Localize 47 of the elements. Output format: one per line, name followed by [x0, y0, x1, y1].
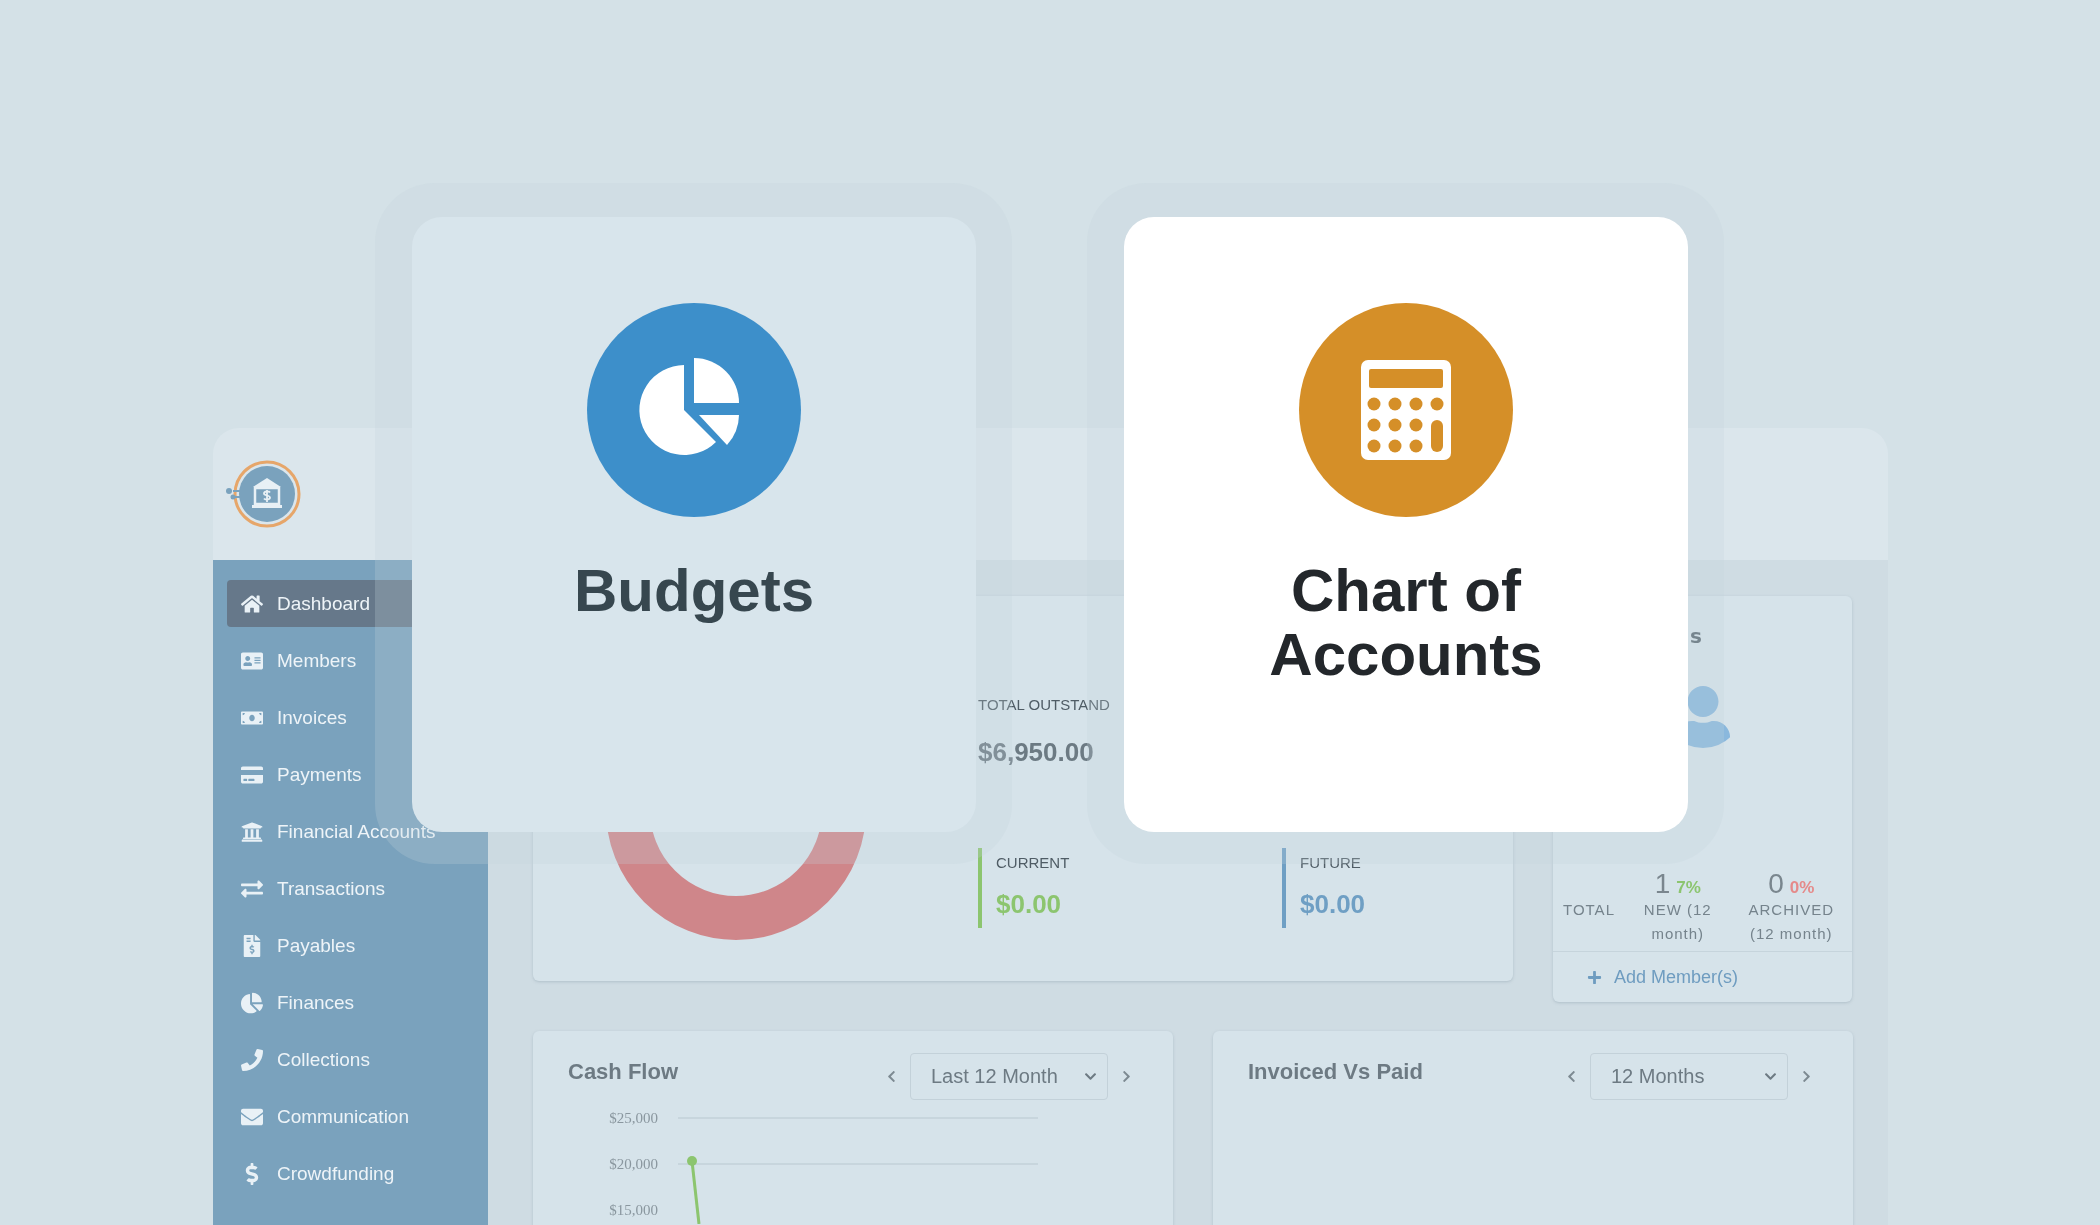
stat-number: 0 [1768, 868, 1784, 900]
period-dropdown[interactable]: Last 12 Month [910, 1053, 1108, 1100]
stat-label: FUTURE [1300, 854, 1362, 871]
calculator-icon [1299, 303, 1513, 517]
sidebar-item[interactable]: Finances [227, 979, 473, 1026]
next-button[interactable] [1120, 1070, 1133, 1083]
cash-flow-line [687, 1156, 701, 1224]
stat-change: 7% [1676, 878, 1701, 898]
next-button[interactable] [1800, 1070, 1813, 1083]
stat-number: 1 [1654, 868, 1671, 900]
stat-value: $0.00 [996, 889, 1063, 920]
chevron-down-icon [1084, 1070, 1097, 1083]
nav-icon [241, 1048, 263, 1071]
previous-button[interactable] [885, 1070, 898, 1083]
chevron-down-icon [1764, 1070, 1777, 1083]
sidebar-item[interactable]: Crowdfunding [227, 1150, 473, 1197]
axis-tick-label: $15,000 [609, 1202, 658, 1218]
stat-label: NEW (12 month) [1642, 900, 1713, 944]
nav-icon [241, 877, 263, 900]
feature-card[interactable]: Chart of Accounts [1124, 217, 1688, 832]
card-title: s [1690, 624, 1703, 648]
card-title: Cash Flow [568, 1059, 678, 1085]
plus-icon [1587, 969, 1602, 985]
nav-icon [241, 934, 263, 957]
card-title: Invoiced Vs Paid [1248, 1059, 1423, 1085]
sidebar-item[interactable]: Payables [227, 922, 473, 969]
nav-icon [241, 820, 263, 843]
stat-label: ARCHIVED (12 month) [1747, 900, 1835, 944]
sidebar-item[interactable]: Communication [227, 1093, 473, 1140]
stat-label: CURRENT [996, 854, 1071, 871]
stat-label: TOTAL [1563, 900, 1615, 920]
pie-chart-icon [587, 303, 801, 517]
nav-icon [241, 763, 263, 786]
sidebar-item[interactable]: Collections [227, 1036, 473, 1083]
period-dropdown[interactable]: 12 Months [1590, 1053, 1788, 1100]
stat-change: 0% [1789, 878, 1815, 898]
axis-tick-label: $25,000 [609, 1110, 658, 1126]
sidebar-item[interactable]: Transactions [227, 865, 473, 912]
previous-button[interactable] [1565, 1070, 1578, 1083]
add-member-link[interactable]: Add Member(s) [1587, 966, 1739, 988]
stat-value: $6,950.00 [978, 737, 1095, 768]
stat-label: TOTAL OUTSTAND [978, 696, 1111, 713]
nav-icon [241, 592, 263, 615]
axis-tick-label: $20,000 [609, 1156, 658, 1172]
nav-icon [241, 649, 263, 672]
nav-icon [241, 991, 263, 1014]
logo-icon [225, 459, 301, 529]
